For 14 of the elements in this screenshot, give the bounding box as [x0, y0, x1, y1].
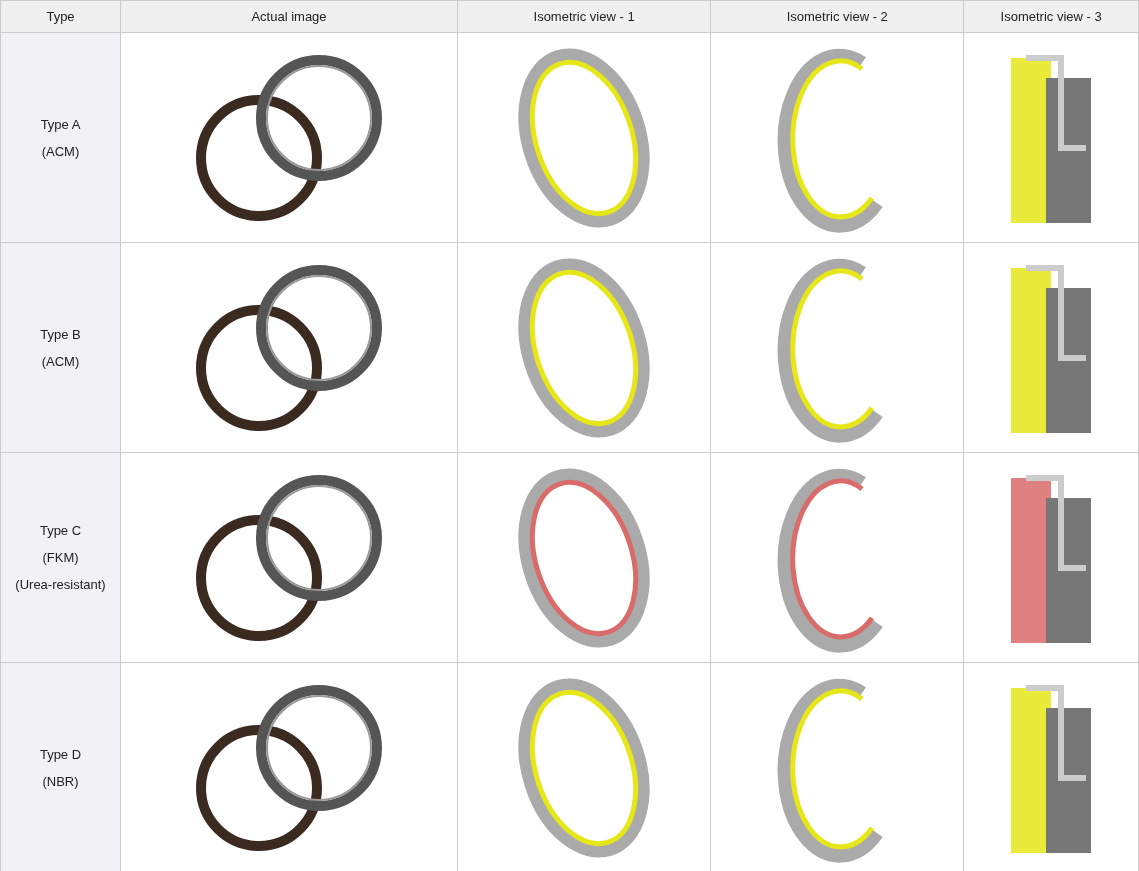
column-header: Type: [0, 0, 121, 33]
type-label: Type B: [39, 326, 82, 342]
type-label: (ACM): [40, 143, 81, 159]
type-label: (FKM): [41, 550, 80, 565]
column-header: Actual image: [120, 0, 458, 33]
column-header: Isometric view - 2: [710, 0, 964, 33]
type-label: (ACM): [40, 353, 81, 369]
column-header: Isometric view - 3: [963, 0, 1139, 33]
column-header: Isometric view - 1: [457, 0, 711, 33]
type-label: (NBR): [41, 773, 80, 789]
type-label: Type D: [38, 746, 83, 762]
type-label: Type A: [39, 116, 82, 132]
type-label: Type C: [38, 523, 83, 538]
type-label: (Urea-resistant): [14, 577, 107, 592]
